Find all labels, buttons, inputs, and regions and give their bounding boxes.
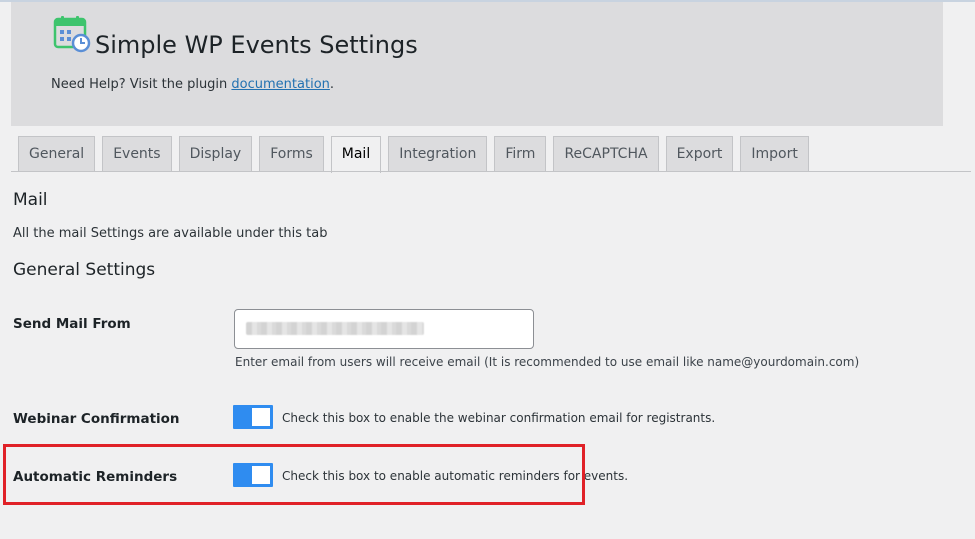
tab-forms[interactable]: Forms xyxy=(259,136,324,172)
webinar-confirmation-toggle[interactable] xyxy=(233,405,273,429)
tab-events[interactable]: Events xyxy=(102,136,172,172)
settings-tabs: General Events Display Forms Mail Integr… xyxy=(18,136,809,173)
tab-integration[interactable]: Integration xyxy=(388,136,488,172)
tab-import[interactable]: Import xyxy=(740,136,809,172)
settings-header xyxy=(11,2,943,126)
tab-recaptcha[interactable]: ReCAPTCHA xyxy=(553,136,659,172)
highlight-box xyxy=(3,444,585,505)
page-title: Simple WP Events Settings xyxy=(95,31,418,59)
tab-display[interactable]: Display xyxy=(178,136,253,172)
blurred-email-value xyxy=(246,322,424,335)
general-settings-title: General Settings xyxy=(13,260,156,280)
calendar-clock-icon xyxy=(53,16,91,53)
section-description: All the mail Settings are available unde… xyxy=(13,226,328,241)
tabs-divider xyxy=(11,171,971,172)
webinar-confirmation-label: Webinar Confirmation xyxy=(13,411,180,427)
tab-firm[interactable]: Firm xyxy=(494,136,547,172)
tab-general[interactable]: General xyxy=(18,136,96,172)
send-mail-from-description: Enter email from users will receive emai… xyxy=(235,355,860,369)
tab-export[interactable]: Export xyxy=(665,136,734,172)
help-prefix: Need Help? Visit the plugin xyxy=(51,77,232,92)
send-mail-from-label: Send Mail From xyxy=(13,316,131,332)
section-title: Mail xyxy=(13,190,48,210)
webinar-confirmation-description: Check this box to enable the webinar con… xyxy=(282,411,716,425)
tab-mail[interactable]: Mail xyxy=(330,136,382,173)
toggle-knob xyxy=(252,408,270,426)
help-text: Need Help? Visit the plugin documentatio… xyxy=(51,77,334,92)
help-suffix: . xyxy=(329,77,335,92)
documentation-link[interactable]: documentation xyxy=(231,77,329,92)
